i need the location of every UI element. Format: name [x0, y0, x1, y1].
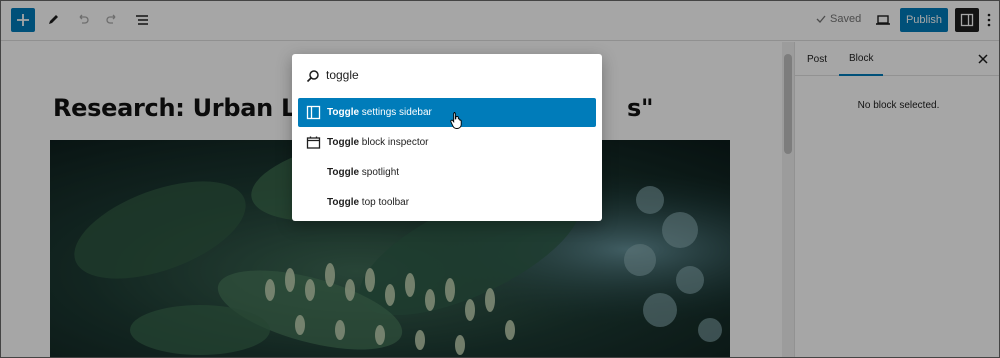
command-toggle-settings-sidebar[interactable]: Toggle settings sidebar	[298, 98, 596, 127]
search-icon	[306, 70, 319, 83]
sidebar-icon	[306, 105, 321, 120]
command-toggle-spotlight[interactable]: Toggle spotlight	[298, 158, 596, 187]
command-palette: Toggle settings sidebar Toggle block ins…	[292, 54, 602, 221]
command-label: Toggle block inspector	[327, 137, 429, 148]
command-label: Toggle settings sidebar	[327, 107, 432, 118]
command-search-input[interactable]	[326, 68, 576, 82]
command-toggle-top-toolbar[interactable]: Toggle top toolbar	[298, 188, 596, 217]
command-label: Toggle top toolbar	[327, 197, 410, 208]
command-search-row	[292, 54, 602, 98]
editor-window: Saved Publish Research: Urban Lif s" Pos…	[0, 0, 1000, 358]
command-toggle-block-inspector[interactable]: Toggle block inspector	[298, 128, 596, 157]
command-label: Toggle spotlight	[327, 167, 400, 178]
hand-cursor-icon	[450, 112, 462, 129]
calendar-icon	[306, 136, 321, 149]
